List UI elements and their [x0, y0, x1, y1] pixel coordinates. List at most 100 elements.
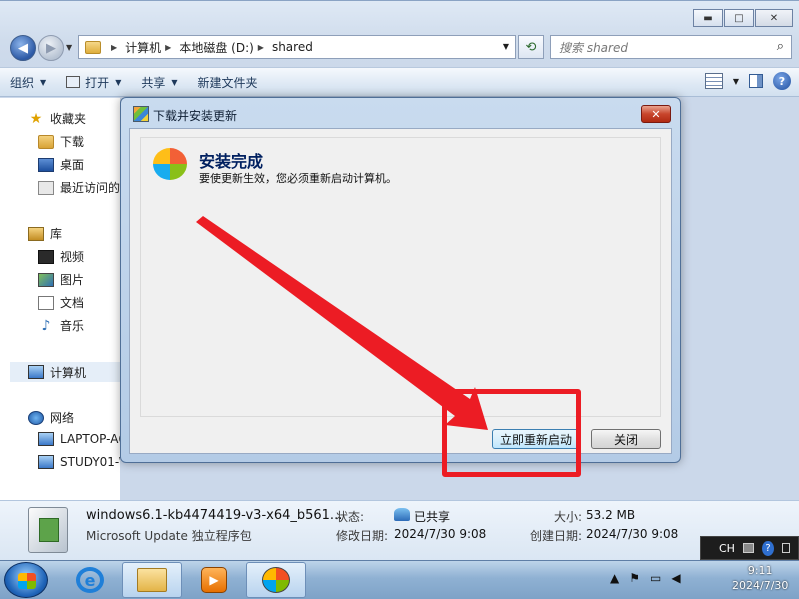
- maximize-button[interactable]: □: [724, 9, 754, 27]
- documents-icon: [38, 295, 54, 310]
- minimize-icon[interactable]: [781, 543, 790, 553]
- details-pane: windows6.1-kb4474419-v3-x64_b561... Micr…: [0, 500, 799, 561]
- taskbar-media-player[interactable]: ▶: [184, 562, 244, 598]
- search-input[interactable]: 搜索 shared ⌕: [550, 35, 792, 59]
- chevron-down-icon: ▼: [171, 77, 178, 87]
- back-arrow-icon: ◀: [18, 40, 28, 56]
- close-button[interactable]: 关闭: [591, 429, 661, 449]
- network-icon: [28, 410, 44, 425]
- preview-pane-icon[interactable]: [749, 74, 763, 88]
- refresh-button[interactable]: ⟲: [518, 35, 544, 59]
- chevron-down-icon[interactable]: ▼: [733, 77, 739, 86]
- nav-network-host[interactable]: LAPTOP-A6: [38, 432, 120, 446]
- open-button[interactable]: 打开 ▼: [56, 68, 131, 96]
- nav-label: 收藏夹: [50, 112, 87, 126]
- recent-places-icon: [38, 180, 54, 195]
- nav-label: 图片: [60, 273, 85, 287]
- nav-label: 库: [50, 227, 63, 241]
- navigation-pane: ★ 收藏夹 下载 桌面 最近访问的 库 视频 图片 文档 ♪ 音乐 计算机 网络 L…: [0, 98, 120, 500]
- input-language[interactable]: CH: [719, 542, 735, 555]
- help-icon[interactable]: ?: [762, 540, 774, 556]
- nav-computer[interactable]: 计算机: [10, 362, 120, 382]
- open-label: 打开: [85, 75, 110, 90]
- close-window-button[interactable]: ✕: [755, 9, 793, 27]
- chevron-down-icon: ▼: [40, 77, 47, 87]
- folder-icon: [85, 40, 101, 54]
- new-folder-label: 新建文件夹: [197, 75, 258, 90]
- tray-expand-icon[interactable]: ▲: [610, 571, 619, 585]
- created-label: 创建日期:: [530, 529, 583, 543]
- nav-label: STUDY01-WIN7-1: [60, 455, 120, 469]
- dialog-close-button[interactable]: ✕: [641, 105, 671, 123]
- search-icon[interactable]: ⌕: [777, 39, 784, 54]
- file-explorer-icon: [137, 568, 167, 592]
- computer-icon: [38, 455, 54, 469]
- restart-message: 要使更新生效，您必须重新启动计算机。: [199, 172, 397, 185]
- internet-explorer-icon: e: [76, 567, 104, 593]
- dialog-content-panel: 安装完成 要使更新生效，您必须重新启动计算机。: [140, 137, 661, 417]
- toolbar-right: ▼ ?: [695, 72, 791, 90]
- breadcrumb-local-disk[interactable]: 本地磁盘 (D:): [179, 39, 253, 56]
- taskbar-explorer[interactable]: [122, 562, 182, 598]
- keyboard-icon[interactable]: [742, 543, 755, 553]
- open-icon: [66, 76, 81, 88]
- help-icon[interactable]: ?: [773, 72, 791, 90]
- downloads-folder-icon: [38, 134, 54, 149]
- start-button[interactable]: [4, 562, 48, 598]
- clock[interactable]: 9:11 2024/7/30: [732, 563, 788, 593]
- nav-recent[interactable]: 最近访问的: [38, 179, 120, 196]
- dialog-body: 安装完成 要使更新生效，您必须重新启动计算机。 立即重新启动 关闭: [129, 128, 672, 454]
- back-button[interactable]: ◀: [10, 35, 36, 61]
- share-button[interactable]: 共享 ▼: [131, 68, 187, 96]
- taskbar-ie[interactable]: e: [60, 562, 120, 598]
- size-label: 大小:: [554, 510, 583, 524]
- nav-network-host[interactable]: STUDY01-WIN7-1: [38, 455, 120, 469]
- nav-label: 下载: [60, 135, 85, 149]
- desktop-icon: [38, 157, 54, 172]
- flag-icon[interactable]: ⚑: [629, 571, 640, 585]
- chevron-right-icon[interactable]: ▶: [165, 43, 171, 52]
- monitor-icon[interactable]: ▭: [650, 571, 661, 585]
- breadcrumb-shared[interactable]: shared: [272, 40, 313, 54]
- shared-users-icon: [394, 508, 410, 521]
- share-label: 共享: [141, 75, 166, 90]
- chevron-right-icon[interactable]: ▶: [111, 43, 117, 52]
- chevron-right-icon[interactable]: ▶: [258, 43, 264, 52]
- view-options-icon[interactable]: [704, 73, 723, 89]
- language-bar: CH ?: [700, 536, 799, 560]
- nav-label: LAPTOP-A6: [60, 432, 120, 446]
- window-controls: ▬ □ ✕: [693, 9, 793, 27]
- breadcrumb-computer[interactable]: 计算机: [125, 39, 161, 56]
- videos-icon: [38, 249, 54, 264]
- minimize-button[interactable]: ▬: [693, 9, 723, 27]
- organize-label: 组织: [10, 75, 35, 90]
- refresh-icon: ⟲: [525, 39, 537, 55]
- nav-label: 计算机: [50, 365, 87, 380]
- annotation-highlight-box: [442, 389, 581, 477]
- chevron-down-icon[interactable]: ▼: [503, 42, 509, 51]
- update-package-icon: [28, 507, 68, 553]
- install-complete-heading: 安装完成: [199, 152, 264, 171]
- organize-button[interactable]: 组织 ▼: [0, 68, 56, 96]
- new-folder-button[interactable]: 新建文件夹: [188, 68, 268, 96]
- volume-icon[interactable]: ◀: [671, 571, 680, 585]
- address-bar[interactable]: ▶ 计算机 ▶ 本地磁盘 (D:) ▶ shared ▼: [78, 35, 516, 59]
- pictures-icon: [38, 272, 54, 287]
- file-type: Microsoft Update 独立程序包: [86, 529, 252, 543]
- forward-button[interactable]: ▶: [38, 35, 64, 61]
- libraries-icon: [28, 226, 44, 241]
- navigation-bar: ◀ ▶ ▼ ▶ 计算机 ▶ 本地磁盘 (D:) ▶ shared ▼ ⟲ 搜索 …: [0, 33, 799, 61]
- clock-date: 2024/7/30: [732, 579, 789, 592]
- clock-time: 9:11: [747, 564, 773, 577]
- computer-icon: [38, 432, 54, 446]
- search-placeholder: 搜索 shared: [559, 40, 628, 55]
- size-value: 53.2 MB: [586, 508, 636, 522]
- nav-label: 文档: [60, 296, 85, 310]
- dialog-title: 下载并安装更新: [153, 109, 238, 123]
- created-value: 2024/7/30 9:08: [586, 527, 679, 541]
- taskbar-windows-update[interactable]: [246, 562, 306, 598]
- recent-pages-dropdown[interactable]: ▼: [66, 43, 72, 52]
- forward-arrow-icon: ▶: [46, 40, 56, 56]
- file-name: windows6.1-kb4474419-v3-x64_b561...: [86, 508, 343, 523]
- nav-label: 最近访问的: [60, 181, 120, 195]
